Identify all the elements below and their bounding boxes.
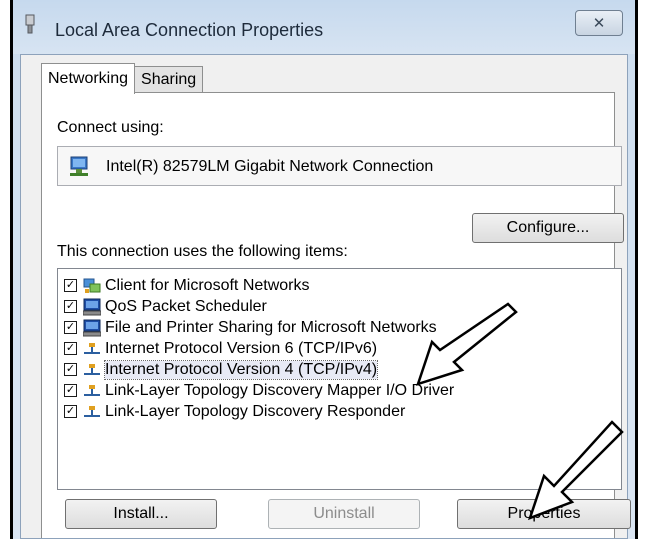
item-checkbox[interactable]: ✓ (64, 363, 77, 376)
uninstall-button[interactable]: Uninstall (268, 499, 420, 529)
list-item[interactable]: ✓ Client for Microsoft Networks (64, 275, 310, 296)
close-icon: ✕ (592, 15, 606, 32)
item-checkbox[interactable]: ✓ (64, 321, 77, 334)
list-item[interactable]: ✓ Link-Layer Topology Discovery Mapper I… (64, 380, 454, 401)
item-label: Internet Protocol Version 4 (TCP/IPv4) (103, 359, 379, 380)
items-label: This connection uses the following items… (57, 243, 348, 260)
items-list[interactable]: ✓ Client for Microsoft Networks ✓ QoS Pa… (57, 268, 622, 490)
list-item[interactable]: ✓ File and Printer Sharing for Microsoft… (64, 317, 437, 338)
item-checkbox[interactable]: ✓ (64, 405, 77, 418)
adapter-field: Intel(R) 82579LM Gigabit Network Connect… (57, 146, 622, 186)
item-label: QoS Packet Scheduler (105, 297, 267, 315)
adapter-name: Intel(R) 82579LM Gigabit Network Connect… (106, 158, 434, 175)
list-item[interactable]: ✓ Link-Layer Topology Discovery Responde… (64, 401, 405, 422)
item-checkbox[interactable]: ✓ (64, 384, 77, 397)
network-protocol-icon (84, 342, 100, 354)
network-protocol-icon (84, 405, 100, 417)
network-adapter-icon (25, 14, 35, 34)
list-item[interactable]: ✓ Internet Protocol Version 6 (TCP/IPv6) (64, 338, 377, 359)
close-button[interactable]: ✕ (575, 10, 623, 36)
dialog-window: Local Area Connection Properties ✕ Netwo… (10, 0, 638, 539)
item-label: Link-Layer Topology Discovery Mapper I/O… (105, 381, 455, 399)
install-button[interactable]: Install... (65, 499, 217, 529)
list-item[interactable]: ✓ QoS Packet Scheduler (64, 296, 267, 317)
item-label: Client for Microsoft Networks (105, 276, 310, 294)
connect-using-label: Connect using: (57, 119, 164, 136)
item-label: Link-Layer Topology Discovery Responder (105, 402, 406, 420)
network-client-icon (83, 278, 101, 293)
network-protocol-icon (84, 363, 100, 375)
network-adapter-icon (70, 156, 88, 176)
title-bar[interactable]: Local Area Connection Properties ✕ (13, 0, 635, 54)
networking-panel: Connect using: Intel(R) 82579LM Gigabit … (41, 92, 631, 538)
configure-button[interactable]: Configure... (472, 213, 624, 243)
item-label: File and Printer Sharing for Microsoft N… (105, 318, 437, 336)
window-title: Local Area Connection Properties (55, 20, 324, 40)
network-protocol-icon (84, 384, 100, 396)
properties-button[interactable]: Properties (457, 499, 631, 529)
tab-networking[interactable]: Networking (41, 63, 136, 94)
item-checkbox[interactable]: ✓ (64, 342, 77, 355)
tab-sharing[interactable]: Sharing (134, 66, 204, 92)
network-service-icon (83, 298, 101, 315)
item-label: Internet Protocol Version 6 (TCP/IPv6) (105, 339, 378, 357)
dialog-client-area: Networking Sharing Connect using: Intel(… (20, 54, 631, 539)
list-item-selected[interactable]: ✓ Internet Protocol Version 4 (TCP/IPv4) (64, 359, 379, 380)
item-checkbox[interactable]: ✓ (64, 279, 77, 292)
network-service-icon (83, 319, 101, 336)
tab-strip: Networking Sharing (41, 63, 204, 94)
item-checkbox[interactable]: ✓ (64, 300, 77, 313)
